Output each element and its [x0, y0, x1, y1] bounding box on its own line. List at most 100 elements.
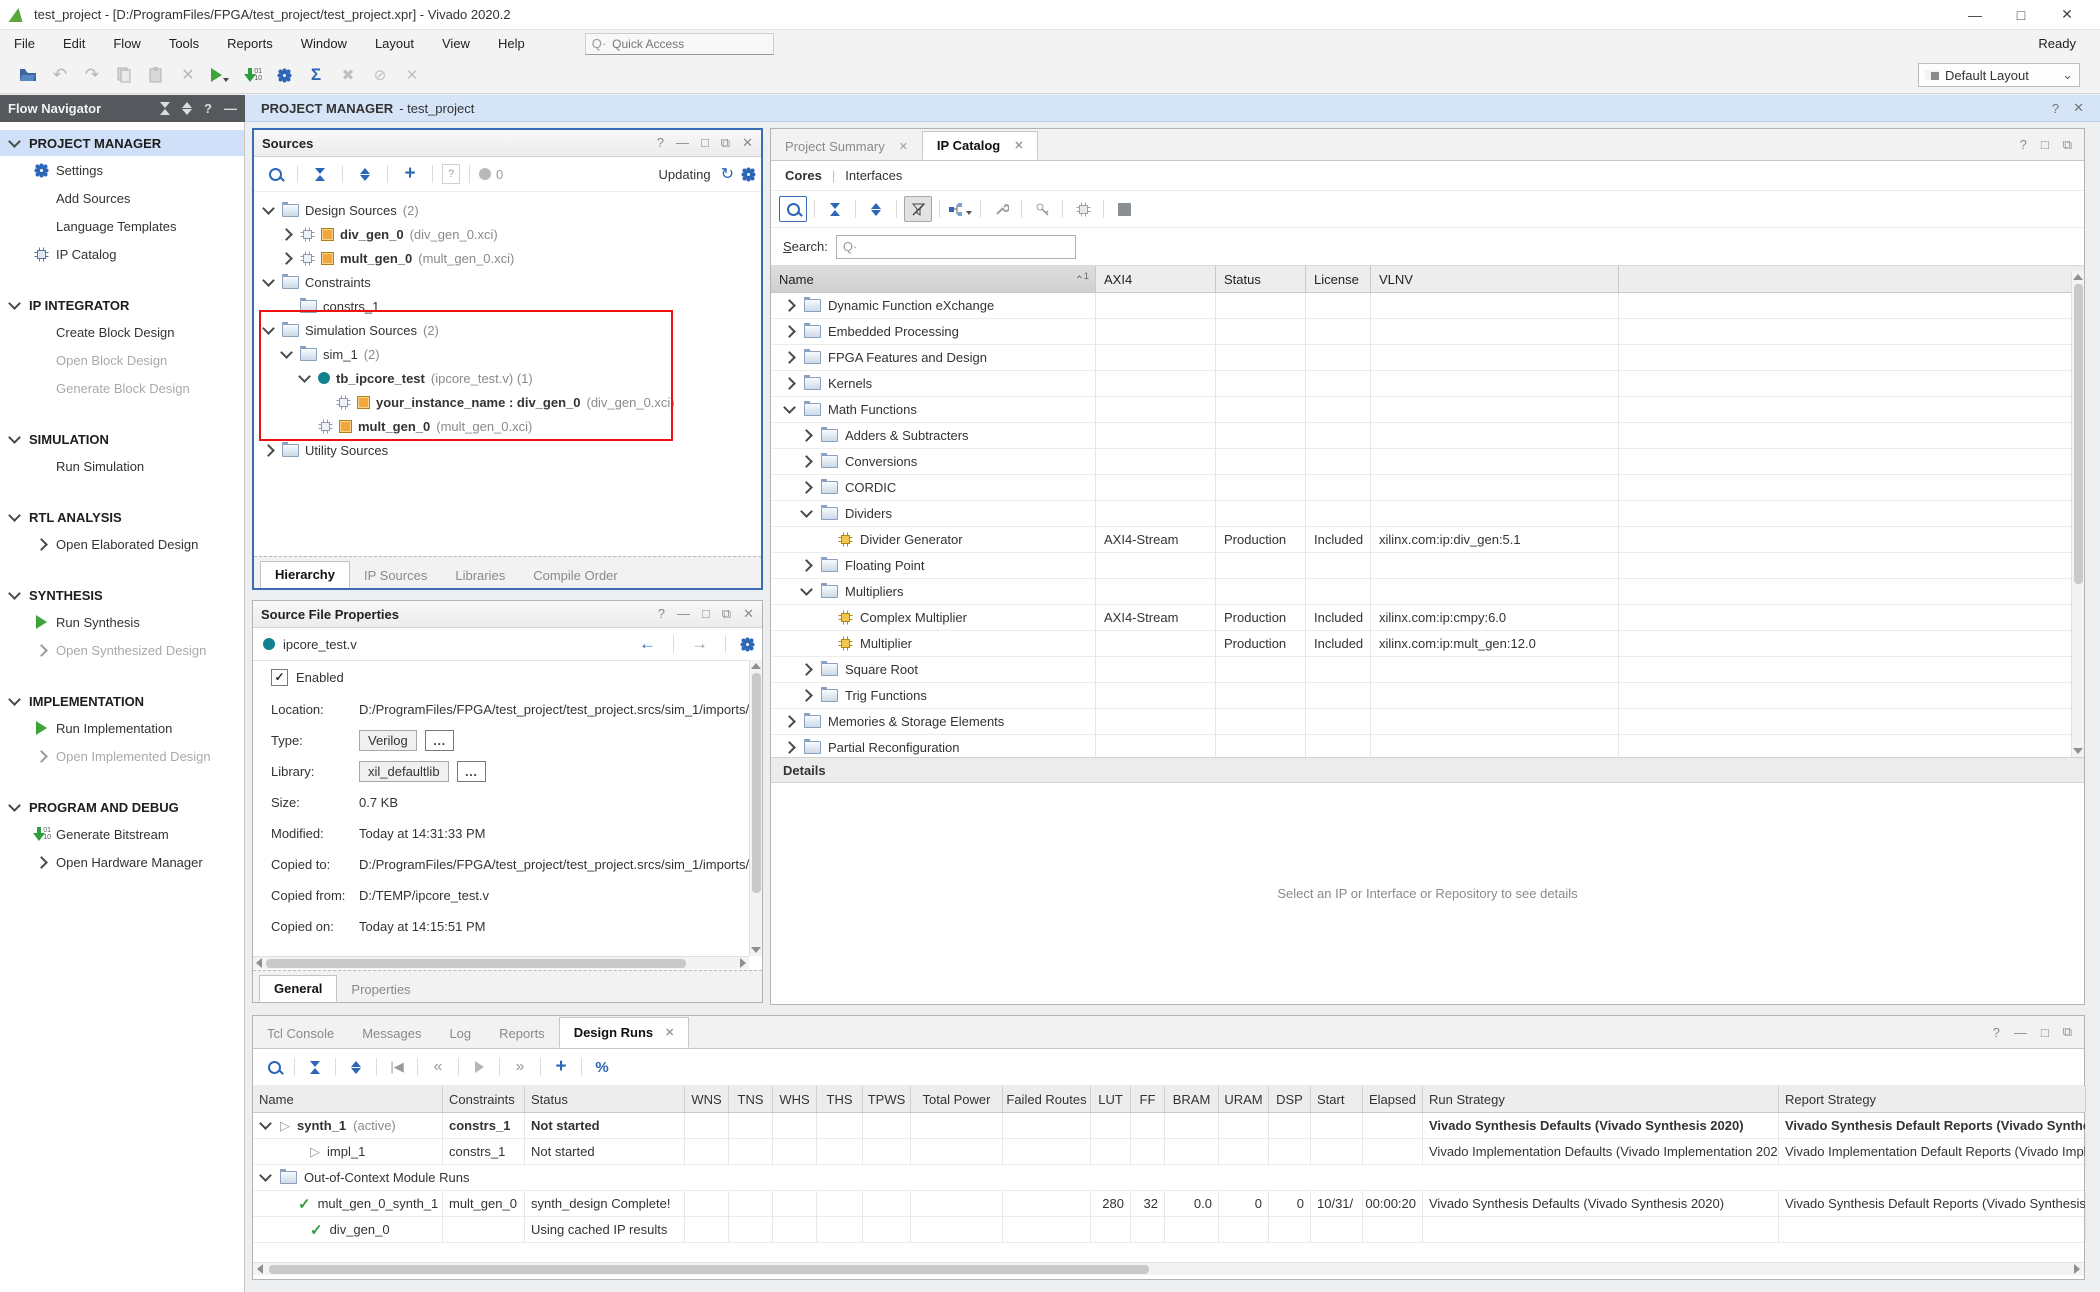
close-panel-icon[interactable]: ✕	[742, 135, 753, 151]
menu-tools[interactable]: Tools	[155, 36, 213, 51]
tree-item-utility-sources[interactable]: Utility Sources	[254, 438, 761, 462]
bottom-tab-tcl-console[interactable]: Tcl Console	[253, 1019, 348, 1048]
column-header-whs[interactable]: WHS	[773, 1086, 817, 1112]
chevron-right-icon[interactable]	[35, 644, 48, 657]
tree-item-mult-gen-0[interactable]: mult_gen_0(mult_gen_0.xci)	[254, 414, 761, 438]
chevron-down-icon[interactable]	[280, 346, 293, 359]
banner-close-icon[interactable]: ✕	[2073, 100, 2084, 116]
chevron-right-icon[interactable]	[262, 444, 275, 457]
enabled-checkbox[interactable]: ✓	[271, 669, 288, 686]
flow-nav-item-run-implementation[interactable]: Run Implementation	[0, 714, 244, 742]
run-row-synth-1[interactable]: ▷synth_1(active)constrs_1Not startedViva…	[253, 1113, 2084, 1139]
chevron-down-icon[interactable]	[259, 1169, 272, 1182]
float-panel-icon[interactable]: ⧉	[2063, 137, 2072, 153]
horizontal-scrollbar[interactable]	[253, 1262, 2084, 1275]
column-header-vlnv[interactable]: VLNV	[1371, 266, 1619, 292]
tree-item-constrs-1[interactable]: constrs_1	[254, 294, 761, 318]
percent-icon[interactable]: %	[589, 1055, 615, 1079]
column-header-name[interactable]: Name⌃1	[771, 266, 1096, 292]
banner-help-icon[interactable]: ?	[2052, 101, 2059, 116]
property-value[interactable]: xil_defaultlib	[359, 761, 449, 782]
catalog-row-embedded-processing[interactable]: Embedded Processing	[771, 319, 2084, 345]
menu-flow[interactable]: Flow	[99, 36, 154, 51]
expand-all-icon[interactable]	[343, 1055, 369, 1079]
help-icon[interactable]: ?	[204, 101, 212, 116]
search-icon[interactable]	[779, 196, 807, 222]
add-sources-icon[interactable]: +	[397, 162, 423, 186]
chevron-right-icon[interactable]	[783, 715, 796, 728]
group-by-icon[interactable]	[947, 197, 973, 221]
flow-nav-section-program-and-debug[interactable]: PROGRAM AND DEBUG	[0, 794, 244, 820]
help-icon[interactable]: ?	[2020, 137, 2027, 152]
help-icon[interactable]: ?	[657, 135, 664, 151]
tree-item-mult-gen-0[interactable]: mult_gen_0(mult_gen_0.xci)	[254, 246, 761, 270]
float-panel-icon[interactable]: ⧉	[2063, 1024, 2072, 1040]
run-row-out-of-context-module-runs[interactable]: Out-of-Context Module Runs	[253, 1165, 2084, 1191]
flow-nav-item-generate-block-design[interactable]: Generate Block Design	[0, 374, 244, 402]
chevron-down-icon[interactable]	[800, 505, 813, 518]
layout-selector[interactable]: Default Layout ⌄	[1918, 63, 2080, 87]
catalog-row-dividers[interactable]: Dividers	[771, 501, 2084, 527]
tree-item-your-instance-name-div-gen-0[interactable]: your_instance_name : div_gen_0(div_gen_0…	[254, 390, 761, 414]
chevron-right-icon[interactable]	[35, 856, 48, 869]
filter-icon[interactable]	[904, 196, 932, 222]
chevron-down-icon[interactable]	[298, 370, 311, 383]
column-header-status[interactable]: Status	[525, 1086, 685, 1112]
collapse-all-icon[interactable]	[307, 162, 333, 186]
menu-view[interactable]: View	[428, 36, 484, 51]
catalog-row-memories-storage-elements[interactable]: Memories & Storage Elements	[771, 709, 2084, 735]
flow-nav-item-open-hardware-manager[interactable]: Open Hardware Manager	[0, 848, 244, 876]
ip-search-box[interactable]: Q·	[836, 235, 1076, 259]
column-header-tpws[interactable]: TPWS	[863, 1086, 911, 1112]
chevron-right-icon[interactable]	[800, 689, 813, 702]
column-header-total-power[interactable]: Total Power	[911, 1086, 1003, 1112]
chevron-down-icon[interactable]	[259, 1117, 272, 1130]
settings-gear-icon[interactable]	[744, 170, 753, 179]
quick-access-box[interactable]: Q·	[585, 33, 774, 55]
chevron-right-icon[interactable]	[783, 299, 796, 312]
tab-libraries[interactable]: Libraries	[441, 563, 519, 588]
chevron-right-icon[interactable]	[800, 663, 813, 676]
catalog-row-multiplier[interactable]: MultiplierProductionIncludedxilinx.com:i…	[771, 631, 2084, 657]
tab-properties[interactable]: Properties	[337, 977, 424, 1002]
chevron-right-icon[interactable]	[35, 750, 48, 763]
column-header-status[interactable]: Status	[1216, 266, 1306, 292]
flow-nav-section-ip-integrator[interactable]: IP INTEGRATOR	[0, 292, 244, 318]
chevron-right-icon[interactable]	[783, 741, 796, 754]
chevron-right-icon[interactable]	[783, 377, 796, 390]
subtab-interfaces[interactable]: Interfaces	[845, 168, 902, 183]
chevron-down-icon[interactable]	[262, 202, 275, 215]
tab-ip-sources[interactable]: IP Sources	[350, 563, 441, 588]
column-header-constraints[interactable]: Constraints	[443, 1086, 525, 1112]
chevron-right-icon[interactable]	[783, 325, 796, 338]
expand-all-icon[interactable]	[863, 197, 889, 221]
chevron-down-icon[interactable]	[8, 587, 21, 600]
maximize-panel-icon[interactable]: □	[2041, 137, 2049, 152]
maximize-panel-icon[interactable]: □	[701, 135, 709, 151]
column-header-license[interactable]: License	[1306, 266, 1371, 292]
flow-nav-section-simulation[interactable]: SIMULATION	[0, 426, 244, 452]
close-tab-icon[interactable]: ✕	[665, 1026, 674, 1039]
column-header-report-strategy[interactable]: Report Strategy	[1779, 1086, 2086, 1112]
flow-nav-item-settings[interactable]: Settings	[0, 156, 244, 184]
chevron-down-icon[interactable]	[8, 509, 21, 522]
menu-reports[interactable]: Reports	[213, 36, 287, 51]
catalog-row-floating-point[interactable]: Floating Point	[771, 553, 2084, 579]
expand-all-icon[interactable]	[182, 102, 192, 115]
vertical-scrollbar[interactable]	[749, 660, 762, 956]
create-run-icon[interactable]: +	[548, 1055, 574, 1079]
column-header-ths[interactable]: THS	[817, 1086, 863, 1112]
flow-nav-item-open-block-design[interactable]: Open Block Design	[0, 346, 244, 374]
close-panel-icon[interactable]: ✕	[743, 606, 754, 622]
tree-item-simulation-sources[interactable]: Simulation Sources(2)	[254, 318, 761, 342]
flow-nav-item-language-templates[interactable]: Language Templates	[0, 212, 244, 240]
close-tab-icon[interactable]: ✕	[899, 140, 908, 153]
flow-nav-item-ip-catalog[interactable]: IP Catalog	[0, 240, 244, 268]
flow-nav-item-open-synthesized-design[interactable]: Open Synthesized Design	[0, 636, 244, 664]
catalog-row-multipliers[interactable]: Multipliers	[771, 579, 2084, 605]
chevron-right-icon[interactable]	[280, 228, 293, 241]
horizontal-scrollbar[interactable]	[253, 956, 749, 969]
maximize-button[interactable]: □	[1998, 7, 2044, 23]
chevron-down-icon[interactable]	[800, 583, 813, 596]
tree-item-sim-1[interactable]: sim_1(2)	[254, 342, 761, 366]
